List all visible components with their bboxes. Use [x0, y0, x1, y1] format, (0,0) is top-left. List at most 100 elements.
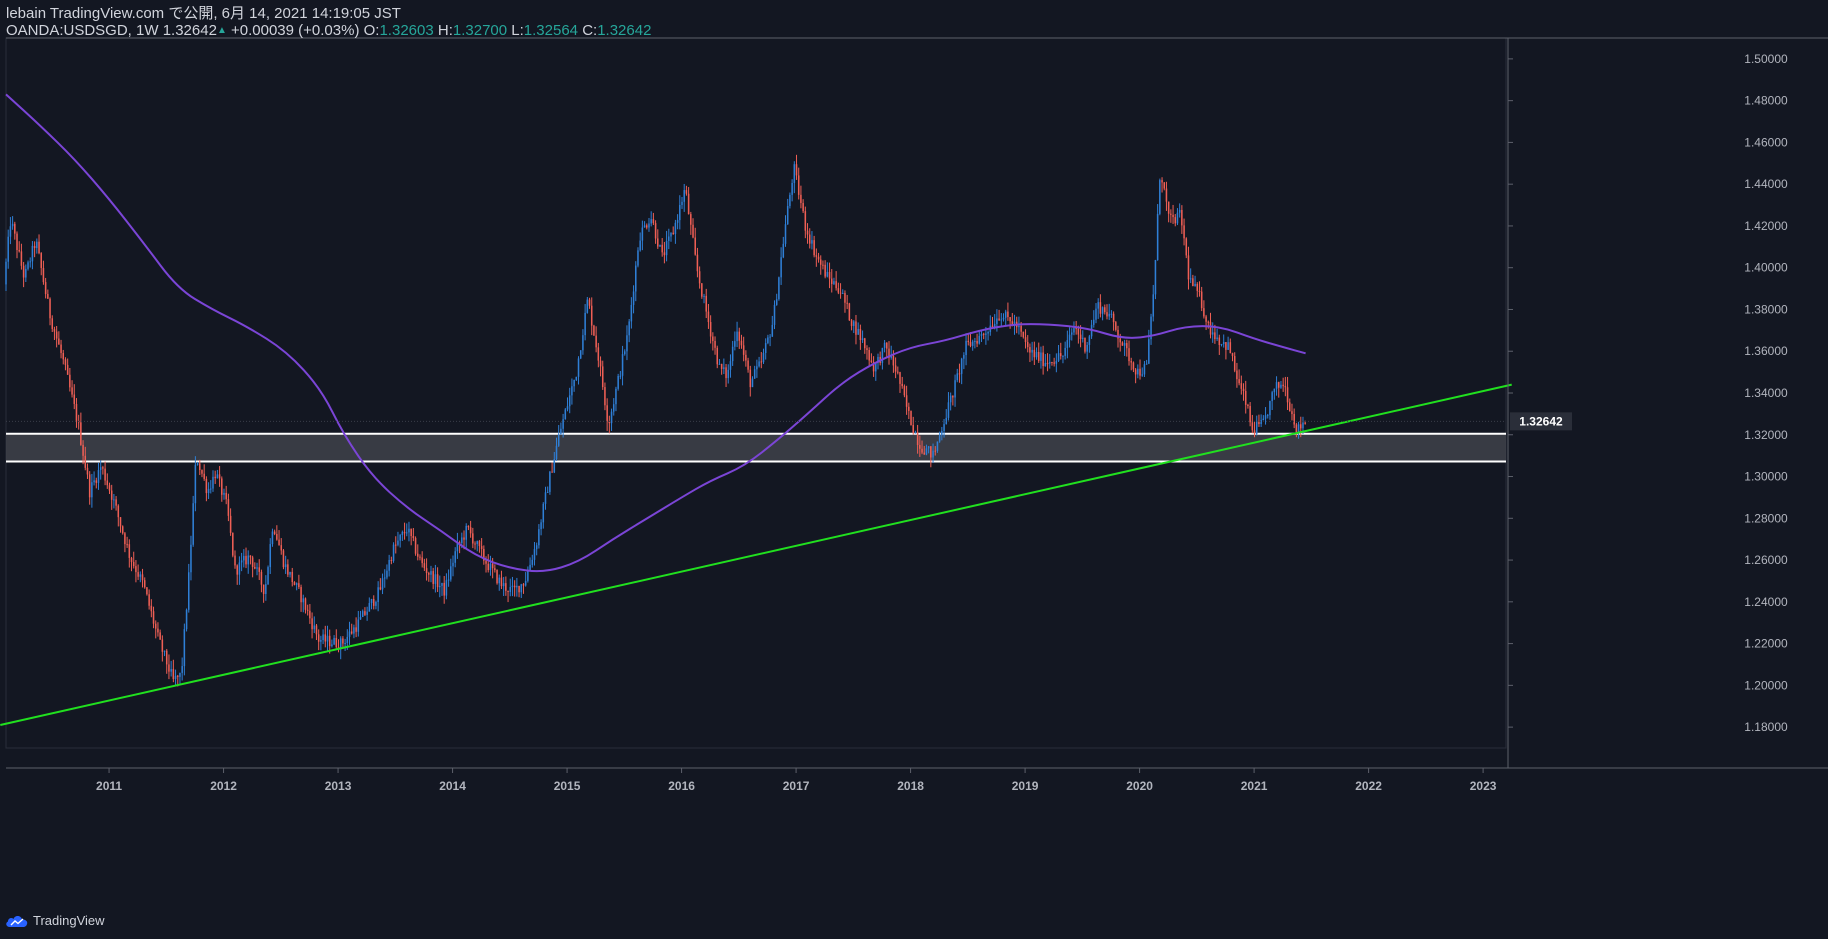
candle-body-up [452, 562, 454, 567]
candle-body-down [1229, 342, 1232, 354]
candle-body-down [705, 295, 708, 312]
candle-body-up [637, 250, 639, 266]
candle-body-up [388, 560, 390, 571]
candle-body-up [731, 346, 734, 362]
candle-body-down [892, 355, 895, 366]
candle-body-up [1044, 363, 1047, 367]
candle-body-up [617, 376, 619, 389]
high-label: H: [437, 22, 453, 39]
candle-body-down [132, 561, 135, 567]
candle-body-down [934, 450, 937, 452]
candle-body-up [544, 492, 547, 504]
candle-body-down [491, 563, 494, 569]
candle-body-down [436, 574, 439, 588]
candle-body-up [289, 571, 291, 575]
candle-body-down [1214, 332, 1216, 340]
candle-body-up [1108, 313, 1110, 317]
candle-body-down [258, 567, 261, 572]
candle-body-down [901, 383, 903, 387]
candle-body-down [157, 628, 159, 633]
candle-body-down [1253, 430, 1256, 434]
candle-body-down [152, 611, 155, 624]
candle-body-down [694, 237, 696, 255]
candle-body-down [1196, 283, 1199, 291]
candle-body-up [549, 471, 551, 492]
candle-body-down [119, 517, 122, 527]
tradingview-cloud-icon [6, 915, 28, 927]
candle-body-up [756, 366, 758, 370]
candle-body-up [1048, 362, 1051, 364]
candle-body-down [394, 544, 397, 546]
candle-body-up [313, 625, 316, 630]
candle-body-down [304, 598, 307, 610]
y-tick-label: 1.42000 [1744, 219, 1788, 233]
candle-body-down [663, 252, 666, 256]
candle-body-up [1141, 374, 1144, 376]
candle-body-up [579, 350, 582, 359]
chart-header: lebain TradingView.com で公開, 6月 14, 2021 … [6, 5, 1828, 39]
candle-body-up [5, 261, 7, 285]
candle-body-down [551, 471, 553, 473]
candle-body-down [47, 294, 49, 299]
candle-body-down [819, 259, 822, 265]
candle-body-down [716, 347, 719, 365]
candle-body-down [121, 526, 124, 534]
candle-body-up [562, 419, 564, 429]
x-tick-label: 2017 [783, 779, 810, 793]
candle-body-down [150, 605, 153, 612]
y-tick-label: 1.24000 [1744, 595, 1788, 609]
candle-body-down [870, 360, 873, 363]
candle-body-up [560, 428, 562, 435]
candle-body-down [443, 582, 445, 596]
price-chart[interactable]: 1.18000 1.20000 1.22000 1.24000 1.26000 1.280… [0, 0, 1828, 939]
candle-body-down [1238, 379, 1240, 384]
candle-body-up [1194, 283, 1196, 287]
candle-body-up [397, 540, 399, 545]
candle-body-down [1293, 414, 1295, 425]
candle-body-down [278, 539, 280, 546]
candle-body-down [128, 544, 131, 558]
candle-body-up [170, 669, 172, 672]
candle-body-up [566, 406, 569, 410]
candle-body-up [782, 243, 785, 258]
candle-body-up [1057, 353, 1060, 361]
candle-body-down [172, 669, 175, 679]
candle-body-up [793, 164, 796, 183]
candle-body-down [1134, 369, 1137, 375]
candle-body-down [154, 623, 157, 629]
candle-body-up [857, 328, 859, 335]
candle-body-down [146, 587, 148, 595]
candle-body-up [623, 351, 626, 355]
candle-body-down [141, 574, 144, 581]
candle-body-down [835, 281, 837, 289]
candle-body-down [795, 164, 798, 176]
candle-body-up [139, 574, 142, 577]
candle-body-up [1176, 212, 1179, 224]
candle-body-down [1099, 302, 1102, 314]
candle-body-down [82, 444, 84, 456]
candle-body-down [802, 202, 804, 212]
candle-body-down [910, 410, 912, 426]
candle-body-down [808, 234, 811, 244]
candle-body-up [943, 424, 945, 431]
candle-body-up [366, 611, 368, 615]
x-tick-label: 2023 [1470, 779, 1497, 793]
candle-body-up [542, 503, 545, 523]
publish-info: lebain TradingView.com で公開, 6月 14, 2021 … [6, 5, 401, 22]
candle-body-down [590, 305, 593, 326]
candle-body-up [434, 574, 437, 584]
candle-body-up [359, 617, 362, 620]
candle-body-down [1249, 406, 1251, 423]
candle-body-down [916, 432, 919, 445]
candle-body-up [670, 232, 672, 237]
candle-body-up [584, 312, 586, 336]
candle-body-up [762, 352, 765, 363]
candle-body-down [701, 283, 703, 297]
candle-body-down [315, 625, 318, 635]
tradingview-branding[interactable]: TradingView [5, 910, 105, 930]
candle-body-down [1198, 290, 1201, 292]
candle-body-up [1082, 337, 1084, 339]
candle-body-down [137, 572, 139, 577]
candle-body-down [518, 585, 520, 593]
candle-body-up [679, 204, 681, 221]
